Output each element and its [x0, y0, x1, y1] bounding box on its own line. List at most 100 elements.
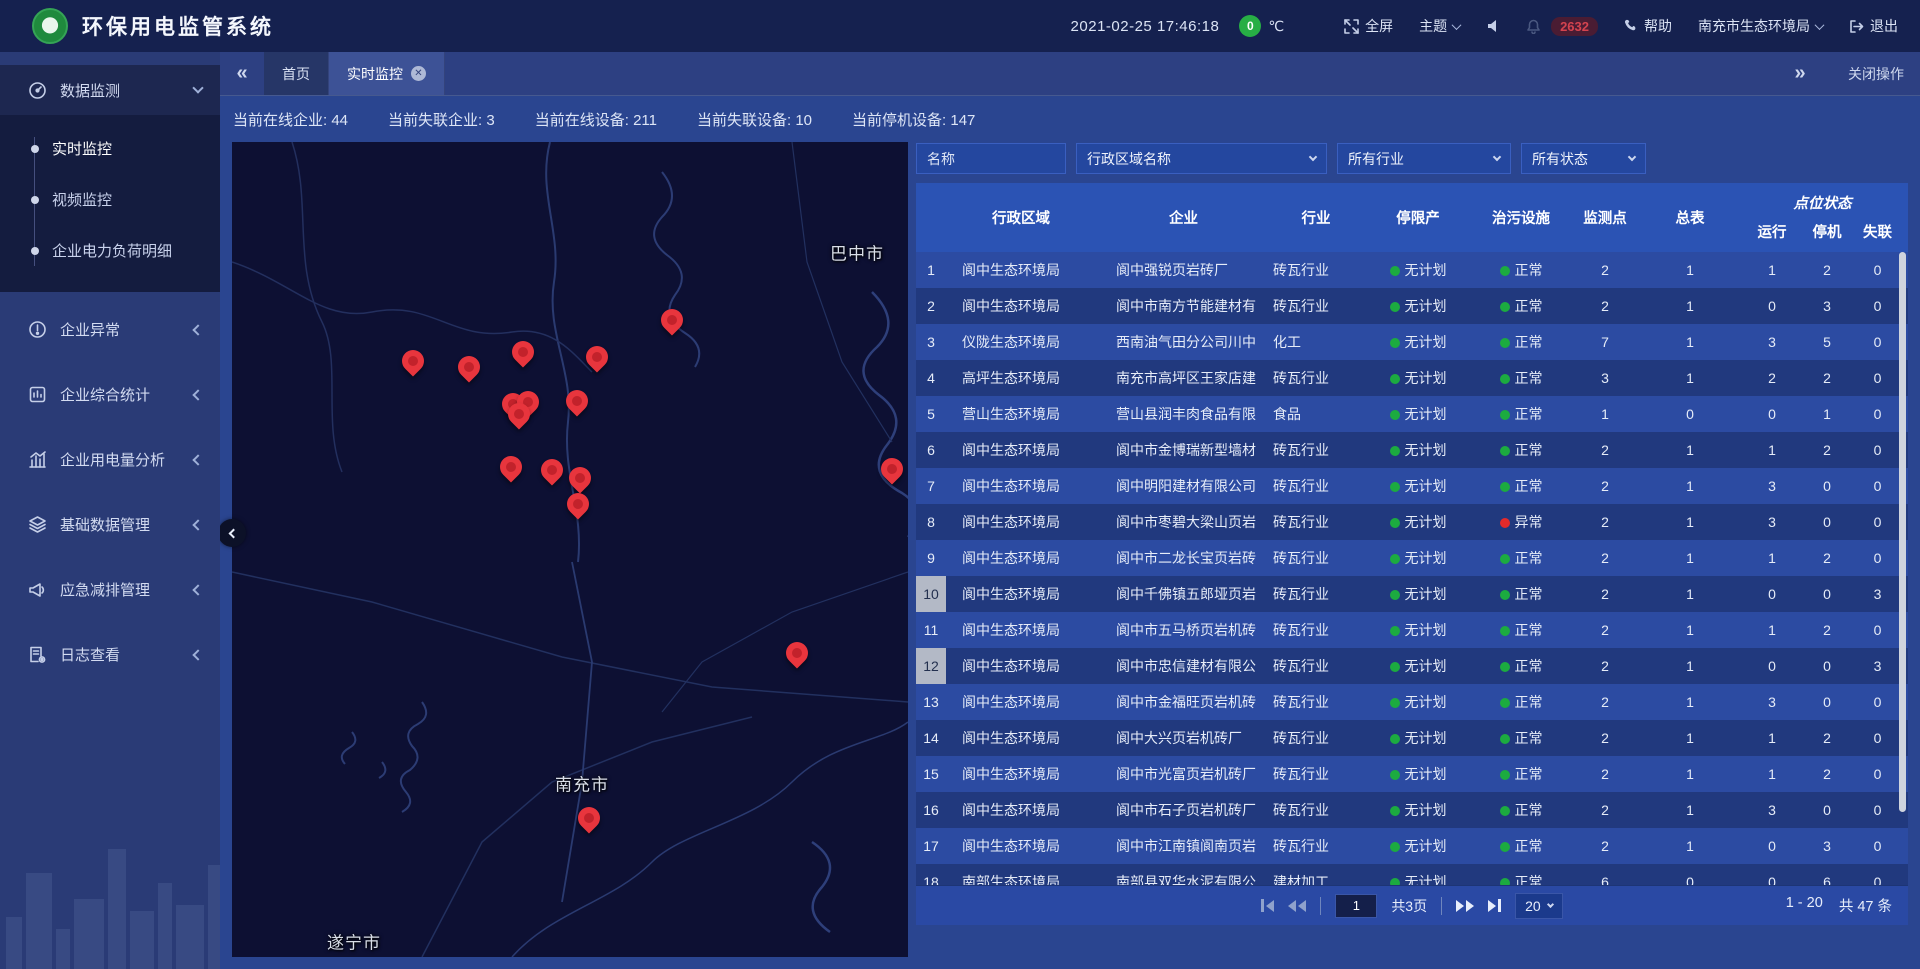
status-dot: [1500, 590, 1510, 600]
table-row[interactable]: 17 阆中生态环境局 阆中市江南镇阆南页岩 砖瓦行业 无计划 正常 2 1 0 …: [916, 828, 1908, 864]
first-page-button[interactable]: [1261, 899, 1274, 912]
cell-region: 阆中生态环境局: [946, 260, 1096, 280]
status-dot: [1390, 770, 1400, 780]
table-row[interactable]: 1 阆中生态环境局 阆中强锐页岩砖厂 砖瓦行业 无计划 正常 2 1 1 2 0: [916, 252, 1908, 288]
logout-button[interactable]: 退出: [1849, 16, 1898, 36]
fullscreen-button[interactable]: 全屏: [1344, 16, 1393, 36]
sidebar-item-data-monitoring[interactable]: 数据监测: [0, 65, 220, 115]
table-scrollbar[interactable]: [1899, 252, 1906, 886]
table-row[interactable]: 8 阆中生态环境局 阆中市枣碧大梁山页岩 砖瓦行业 无计划 异常 2 1 3 0…: [916, 504, 1908, 540]
table-row[interactable]: 10 阆中生态环境局 阆中千佛镇五郎垭页岩 砖瓦行业 无计划 正常 2 1 0 …: [916, 576, 1908, 612]
industry-filter-select[interactable]: 所有行业: [1337, 143, 1511, 174]
notifications[interactable]: 2632: [1526, 17, 1598, 36]
table-row[interactable]: 5 营山生态环境局 营山县润丰肉食品有限 食品 无计划 正常 1 0 0 1 0: [916, 396, 1908, 432]
help-button[interactable]: 帮助: [1624, 16, 1672, 36]
map-boundary-lines: [232, 142, 908, 957]
status-dot: [1390, 698, 1400, 708]
sidebar-item-emergency-reduction[interactable]: 应急减排管理: [0, 562, 220, 617]
cell-company: 阆中明阳建材有限公司: [1096, 476, 1271, 496]
tabs-scroll-left-button[interactable]: «: [220, 52, 264, 95]
cell-total-meter: 1: [1643, 262, 1737, 278]
cell-region: 阆中生态环境局: [946, 620, 1096, 640]
page-size-select[interactable]: 20: [1515, 893, 1563, 919]
cell-stop-limit: 无计划: [1361, 872, 1475, 886]
sidebar-item-power-load-detail[interactable]: 企业电力负荷明细: [0, 225, 220, 276]
cell-stop-limit: 无计划: [1361, 476, 1475, 496]
name-filter-input[interactable]: [916, 143, 1066, 174]
status-filter-select[interactable]: 所有状态: [1521, 143, 1646, 174]
row-index: 1: [916, 252, 946, 288]
org-user-dropdown[interactable]: 南充市生态环境局: [1698, 16, 1823, 36]
app-logo-icon: [32, 8, 68, 44]
map-canvas[interactable]: 巴中市 南充市 遂宁市: [232, 142, 908, 957]
status-dot: [1390, 662, 1400, 672]
bar-chart-icon: [27, 450, 47, 470]
table-row[interactable]: 14 阆中生态环境局 阆中大兴页岩机砖厂 砖瓦行业 无计划 正常 2 1 1 2…: [916, 720, 1908, 756]
cell-monitor-points: 2: [1567, 730, 1643, 746]
cell-stop-limit: 无计划: [1361, 800, 1475, 820]
prev-page-button[interactable]: [1288, 900, 1306, 912]
cell-industry: 砖瓦行业: [1271, 656, 1361, 676]
page-number-input[interactable]: [1335, 894, 1377, 918]
close-operations-button[interactable]: 关闭操作: [1848, 64, 1904, 84]
table-row[interactable]: 13 阆中生态环境局 阆中市金福旺页岩机砖 砖瓦行业 无计划 正常 2 1 3 …: [916, 684, 1908, 720]
status-dot: [1500, 662, 1510, 672]
cell-region: 阆中生态环境局: [946, 296, 1096, 316]
cell-stop-limit: 无计划: [1361, 764, 1475, 784]
tab-close-icon[interactable]: ✕: [411, 66, 426, 81]
cell-stopped: 0: [1807, 586, 1847, 602]
col-header-stop-limit: 停限产: [1361, 183, 1475, 252]
table-row[interactable]: 7 阆中生态环境局 阆中明阳建材有限公司 砖瓦行业 无计划 正常 2 1 3 0…: [916, 468, 1908, 504]
region-filter-select[interactable]: 行政区域名称: [1076, 143, 1327, 174]
status-dot: [1500, 806, 1510, 816]
stat-item: 当前失联设备: 10: [697, 109, 812, 130]
cell-stopped: 2: [1807, 730, 1847, 746]
table-row[interactable]: 2 阆中生态环境局 阆中市南方节能建材有 砖瓦行业 无计划 正常 2 1 0 3…: [916, 288, 1908, 324]
gauge-icon: [27, 80, 47, 100]
caret-down-icon: [1452, 20, 1462, 30]
sidebar-item-power-usage-analysis[interactable]: 企业用电量分析: [0, 432, 220, 487]
tabs-scroll-right-button[interactable]: »: [1778, 62, 1822, 85]
cell-industry: 砖瓦行业: [1271, 692, 1361, 712]
table-row[interactable]: 6 阆中生态环境局 阆中市金博瑞新型墙材 砖瓦行业 无计划 正常 2 1 1 2…: [916, 432, 1908, 468]
cell-total-meter: 1: [1643, 550, 1737, 566]
table-row[interactable]: 9 阆中生态环境局 阆中市二龙长宝页岩砖 砖瓦行业 无计划 正常 2 1 1 2…: [916, 540, 1908, 576]
cell-region: 阆中生态环境局: [946, 692, 1096, 712]
scrollbar-thumb[interactable]: [1899, 252, 1906, 812]
cell-company: 西南油气田分公司川中: [1096, 332, 1271, 352]
pagination-summary: 1 - 20 共 47 条: [1786, 895, 1892, 916]
theme-dropdown[interactable]: 主题: [1419, 16, 1460, 36]
sidebar-collapse-button[interactable]: [218, 519, 246, 547]
sidebar-item-video-monitoring[interactable]: 视频监控: [0, 174, 220, 225]
sidebar-item-realtime-monitoring[interactable]: 实时监控: [0, 123, 220, 174]
next-page-button[interactable]: [1456, 900, 1474, 912]
stat-item: 当前失联企业: 3: [388, 109, 495, 130]
table-row[interactable]: 3 仪陇生态环境局 西南油气田分公司川中 化工 无计划 正常 7 1 3 5 0: [916, 324, 1908, 360]
last-page-button[interactable]: [1488, 899, 1501, 912]
sidebar-item-enterprise-statistics[interactable]: 企业综合统计: [0, 367, 220, 422]
tab-realtime-monitoring[interactable]: 实时监控 ✕: [329, 52, 445, 95]
cell-region: 高坪生态环境局: [946, 368, 1096, 388]
cell-stopped: 5: [1807, 334, 1847, 350]
cell-treatment: 正常: [1475, 656, 1567, 676]
cell-industry: 砖瓦行业: [1271, 296, 1361, 316]
sidebar-item-log-view[interactable]: 日志查看: [0, 627, 220, 682]
row-index: 4: [916, 360, 946, 396]
cell-stop-limit: 无计划: [1361, 512, 1475, 532]
mute-button[interactable]: [1486, 19, 1500, 33]
table-row[interactable]: 16 阆中生态环境局 阆中市石子页岩机砖厂 砖瓦行业 无计划 正常 2 1 3 …: [916, 792, 1908, 828]
stat-item: 当前在线设备: 211: [535, 109, 657, 130]
table-row[interactable]: 12 阆中生态环境局 阆中市忠信建材有限公 砖瓦行业 无计划 正常 2 1 0 …: [916, 648, 1908, 684]
range-label: 1 - 20: [1786, 895, 1823, 916]
tab-home[interactable]: 首页: [264, 52, 329, 95]
cell-stopped: 2: [1807, 262, 1847, 278]
sidebar-item-enterprise-anomaly[interactable]: 企业异常: [0, 302, 220, 357]
city-label: 南充市: [555, 771, 609, 796]
table-row[interactable]: 4 高坪生态环境局 南充市高坪区王家店建 砖瓦行业 无计划 正常 3 1 2 2…: [916, 360, 1908, 396]
sidebar-item-base-data-management[interactable]: 基础数据管理: [0, 497, 220, 552]
chevron-down-icon: [1309, 153, 1317, 161]
table-row[interactable]: 18 南部生态环境局 南部县双华水泥有限公 建材加工 无计划 正常 6 0 0 …: [916, 864, 1908, 886]
table-row[interactable]: 15 阆中生态环境局 阆中市光富页岩机砖厂 砖瓦行业 无计划 正常 2 1 1 …: [916, 756, 1908, 792]
table-row[interactable]: 11 阆中生态环境局 阆中市五马桥页岩机砖 砖瓦行业 无计划 正常 2 1 1 …: [916, 612, 1908, 648]
cell-treatment: 正常: [1475, 872, 1567, 886]
